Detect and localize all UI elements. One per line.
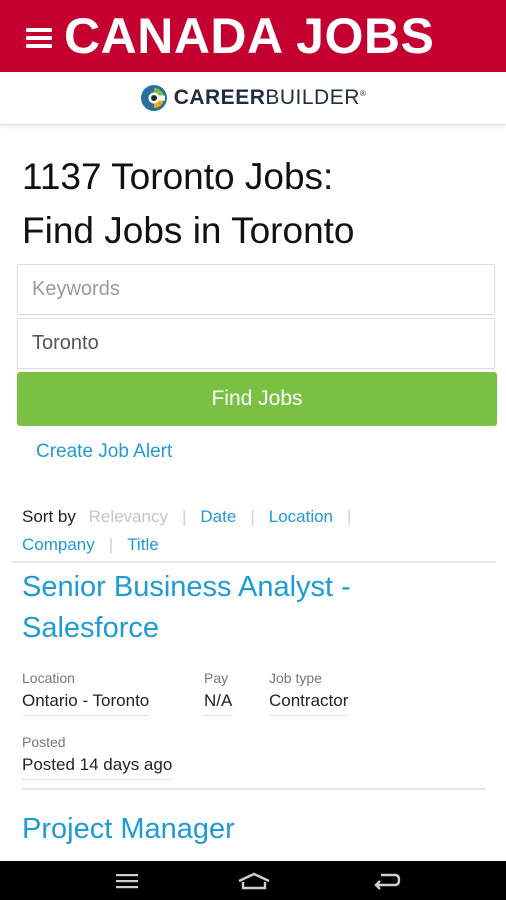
hamburger-menu-icon[interactable] [26, 28, 52, 48]
create-job-alert-link[interactable]: Create Job Alert [36, 441, 172, 463]
posted-value: Posted 14 days ago [22, 755, 173, 780]
job-title-line2[interactable]: Salesforce [22, 612, 159, 644]
app-title: CANADA JOBS [64, 8, 435, 64]
location-input[interactable] [18, 319, 494, 368]
page-title-line2: Find Jobs in Toronto [22, 210, 355, 251]
page-title: 1137 Toronto Jobs: Find Jobs in Toronto [22, 150, 482, 258]
system-navigation-bar [0, 861, 506, 900]
page-title-line1: 1137 Toronto Jobs: [22, 156, 334, 197]
sort-separator: | [250, 507, 255, 526]
sort-option-title[interactable]: Title [127, 535, 159, 554]
sort-option-location[interactable]: Location [269, 507, 333, 526]
recent-apps-icon[interactable] [87, 861, 167, 900]
logo-text: CAREERBUILDER® [173, 86, 367, 109]
pay-label: Pay [204, 670, 229, 686]
sort-option-date[interactable]: Date [200, 507, 236, 526]
job-title-line1[interactable]: Senior Business Analyst - [22, 571, 351, 603]
home-icon[interactable] [214, 861, 294, 900]
job-title-link[interactable]: Senior Business Analyst - Salesforce [22, 567, 482, 649]
location-label: Location [22, 670, 75, 686]
divider [12, 561, 496, 563]
keywords-field-container [17, 264, 495, 315]
sort-separator: | [347, 507, 352, 526]
keywords-input[interactable] [18, 265, 494, 314]
location-value: Ontario - Toronto [22, 691, 150, 716]
job-type-label: Job type [269, 670, 322, 686]
app-header: CANADA JOBS [0, 0, 506, 72]
job-type-value: Contractor [269, 691, 349, 716]
sort-controls: Sort by Relevancy | Date | Location | Company |… [22, 503, 492, 559]
pay-value: N/A [204, 691, 233, 716]
sort-separator: | [108, 535, 114, 554]
sort-separator: | [181, 507, 187, 526]
divider [22, 788, 486, 790]
careerbuilder-logo-icon [140, 85, 167, 111]
back-icon[interactable] [346, 861, 426, 900]
posted-label: Posted [22, 734, 66, 750]
job-title-link[interactable]: Project Manager [22, 809, 482, 850]
sort-option-relevancy[interactable]: Relevancy [89, 507, 168, 526]
logo-bar: CAREERBUILDER® [0, 72, 506, 125]
job-title-line1[interactable]: Project Manager [22, 813, 235, 845]
location-field-container [17, 318, 495, 369]
sort-option-company[interactable]: Company [22, 535, 95, 554]
sort-label: Sort by [22, 507, 76, 526]
find-jobs-button[interactable]: Find Jobs [17, 372, 497, 426]
